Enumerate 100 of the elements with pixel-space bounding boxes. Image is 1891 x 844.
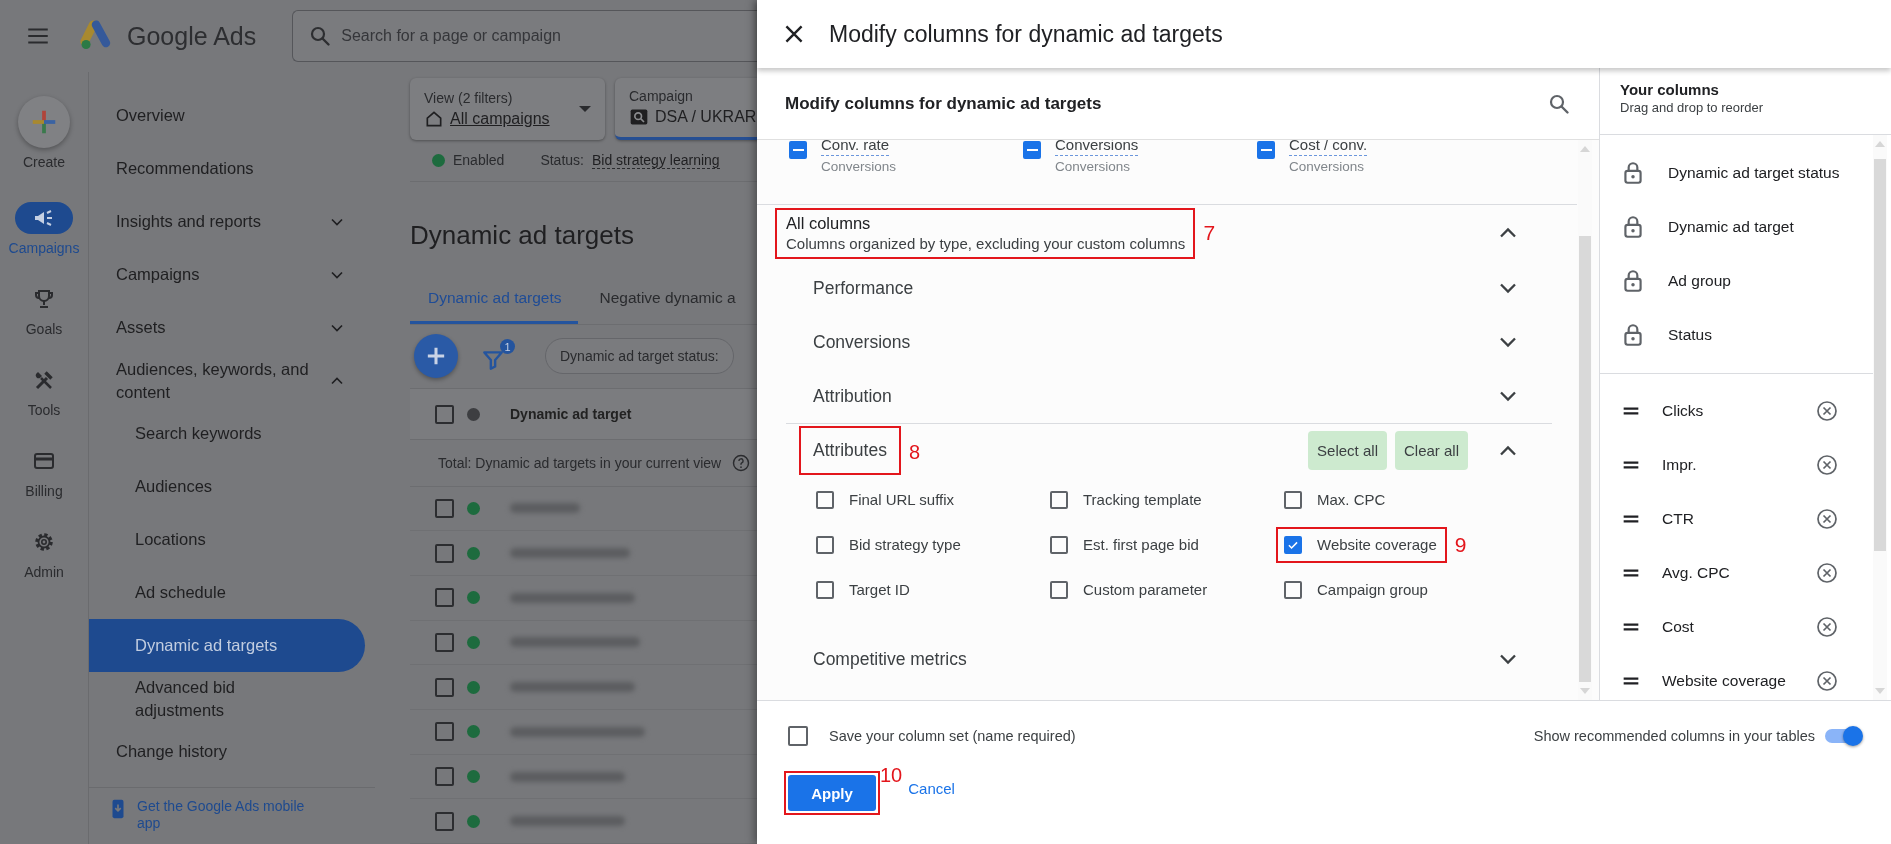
checkbox[interactable] [816, 490, 834, 509]
product-name: Google Ads [127, 21, 257, 51]
toggle-switch[interactable] [1825, 725, 1863, 747]
nav-item[interactable]: Insights and reports [89, 195, 365, 248]
search-field[interactable]: Search for a page or campaign [292, 10, 757, 62]
checkbox[interactable] [1284, 535, 1302, 554]
nav-item[interactable]: Recommendations [89, 142, 365, 195]
create-button[interactable]: Create [1, 96, 87, 170]
column-name: Dynamic ad target status [1668, 164, 1840, 182]
column-name: Conv. rate [821, 140, 890, 156]
nav-item[interactable]: Audiences [89, 460, 365, 513]
remove-icon[interactable] [1815, 453, 1839, 477]
column-category: Conversions [821, 159, 897, 174]
checkbox[interactable] [435, 677, 454, 697]
app-download-link[interactable]: Get the Google Ads mobile app [137, 798, 307, 832]
cancel-button[interactable]: Cancel [908, 780, 955, 797]
action-button[interactable]: Select all [1308, 431, 1387, 470]
help-icon[interactable] [731, 452, 752, 473]
option-label: Final URL suffix [849, 491, 955, 508]
group-title: Attribution [813, 385, 892, 407]
tab[interactable]: Negative dynamic a [591, 288, 736, 324]
remove-icon[interactable] [1815, 561, 1839, 585]
toggle-label: Show recommended columns in your tables [1533, 728, 1815, 744]
nav-item[interactable]: Campaigns [89, 248, 365, 301]
column-name: Website coverage [1662, 672, 1787, 690]
nav-item[interactable]: Search keywords [89, 407, 365, 460]
column-name: CTR [1662, 510, 1695, 528]
minus-icon [1260, 148, 1272, 152]
checkbox[interactable] [788, 726, 808, 746]
action-button[interactable]: Clear all [1394, 431, 1468, 470]
remove-icon[interactable] [1815, 399, 1839, 423]
filter-button[interactable]: 1 [480, 339, 515, 374]
panel-title: Your columns [1620, 80, 1720, 99]
status-dot [467, 501, 480, 515]
nav-item[interactable]: Audiences, keywords, and content [89, 354, 365, 407]
column-name: Ad group [1668, 272, 1731, 290]
checkbox[interactable] [435, 811, 454, 831]
nav-item[interactable]: Advanced bid adjustments [89, 672, 365, 725]
remove-icon[interactable] [1815, 669, 1839, 693]
column-name: Cost [1662, 618, 1695, 636]
nav-item[interactable]: Change history [89, 725, 365, 778]
checkbox[interactable] [435, 722, 454, 742]
section-subtitle: Columns organized by type, excluding your custom columns [786, 233, 1186, 254]
checkbox[interactable] [1023, 141, 1041, 159]
tab[interactable]: Dynamic ad targets [410, 288, 578, 324]
nav-item[interactable]: Overview [89, 89, 365, 142]
scrollbar[interactable] [1873, 135, 1887, 700]
nav-rail-item[interactable]: Billing [1, 445, 87, 499]
checkbox[interactable] [435, 404, 454, 424]
status-value: Bid strategy learning [592, 151, 720, 169]
nav-item[interactable]: Dynamic ad targets [89, 619, 365, 672]
settings-icon [32, 530, 56, 554]
checkbox[interactable] [435, 632, 454, 652]
checkbox[interactable] [816, 580, 834, 599]
option-label: Tracking template [1083, 491, 1202, 508]
checkbox[interactable] [435, 588, 454, 608]
filter-chip[interactable]: Dynamic ad target status: [545, 338, 734, 375]
checkbox[interactable] [435, 767, 454, 786]
caret-icon [579, 106, 591, 112]
nav-rail-item[interactable]: Campaigns [1, 202, 87, 256]
checkbox[interactable] [1050, 490, 1068, 509]
filter-label: Campaign [629, 88, 694, 104]
column-category: Conversions [1289, 159, 1366, 174]
option-label: Target ID [849, 581, 910, 598]
trophy-icon [32, 287, 56, 311]
checkbox[interactable] [435, 543, 454, 563]
option-label: Bid strategy type [849, 536, 961, 553]
checkbox[interactable] [816, 535, 834, 554]
nav-rail-item[interactable]: Tools [1, 364, 87, 418]
checkbox[interactable] [435, 498, 454, 518]
filter-card[interactable]: View (2 filters) All campaigns [410, 78, 605, 140]
group-title: Conversions [813, 331, 911, 353]
apply-button[interactable]: Apply [788, 775, 876, 811]
nav-item[interactable]: Locations [89, 513, 365, 566]
annotation-number: 9 [1454, 534, 1467, 555]
checkbox[interactable] [1284, 580, 1302, 599]
filter-label: View (2 filters) [424, 89, 514, 106]
remove-icon[interactable] [1815, 615, 1839, 639]
checkbox[interactable] [1284, 490, 1302, 509]
filter-value: All campaigns [450, 109, 550, 128]
column-category: Conversions [1055, 159, 1132, 174]
nav-item[interactable]: Ad schedule [89, 566, 365, 619]
checkbox-label: Save your column set (name required) [829, 728, 1076, 744]
status-label: Status: [540, 152, 584, 169]
filter-card[interactable]: Campaign DSA / UKRAR [615, 78, 757, 140]
remove-icon[interactable] [1815, 507, 1839, 531]
nav-item[interactable]: Assets [89, 301, 365, 354]
column-name: Clicks [1662, 402, 1705, 420]
checkbox[interactable] [1050, 535, 1068, 554]
checkbox[interactable] [1257, 141, 1275, 159]
option-label: Est. first page bid [1083, 536, 1199, 553]
add-button[interactable] [414, 334, 458, 379]
status-dot [467, 546, 480, 560]
checkbox[interactable] [789, 141, 807, 159]
nav-rail-item[interactable]: Admin [1, 526, 87, 580]
group-title: Competitive metrics [813, 648, 967, 670]
annotation-number: 8 [908, 442, 921, 462]
checkbox[interactable] [1050, 580, 1068, 599]
option-label: Custom parameter [1083, 581, 1208, 598]
nav-rail-item[interactable]: Goals [1, 283, 87, 337]
